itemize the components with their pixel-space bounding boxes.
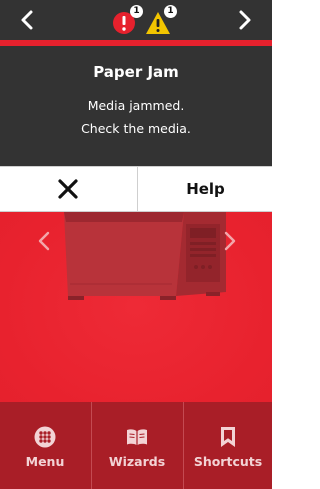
alert-title: Paper Jam — [93, 63, 179, 81]
menu-label: Menu — [25, 454, 65, 469]
shortcuts-label: Shortcuts — [193, 454, 263, 469]
alert-message-line-1: Media jammed. — [87, 98, 185, 113]
menu-button[interactable]: Menu — [0, 402, 90, 489]
error-alert-button[interactable]: 1 — [112, 5, 143, 36]
bottom-nav: Menu Wizards Shortcuts — [0, 402, 272, 489]
grid-dots-icon — [34, 426, 56, 448]
shortcuts-button[interactable]: Shortcuts — [183, 402, 272, 489]
dismiss-button[interactable] — [0, 167, 136, 211]
warning-count-badge: 1 — [164, 5, 177, 18]
wizards-button[interactable]: Wizards — [91, 402, 182, 489]
next-alert-button[interactable] — [232, 7, 258, 33]
chevron-right-icon — [239, 10, 251, 30]
alert-actions: Help — [0, 166, 272, 212]
chevron-left-icon — [21, 10, 33, 30]
chevron-right-icon — [224, 231, 236, 251]
close-icon — [58, 179, 78, 199]
illustration-next-button[interactable] — [220, 228, 240, 254]
printer-display: 1 1 Paper Jam Media jammed. Check the me… — [0, 0, 272, 489]
error-count-badge: 1 — [130, 5, 143, 18]
alert-message-panel: Paper Jam Media jammed. Check the media. — [0, 46, 272, 166]
alert-message-line-2: Check the media. — [81, 121, 191, 136]
illustration-area — [0, 212, 272, 402]
wizards-label: Wizards — [108, 454, 166, 469]
help-button[interactable]: Help — [137, 167, 272, 211]
warning-alert-button[interactable]: 1 — [146, 5, 177, 36]
illustration-prev-button[interactable] — [34, 228, 54, 254]
status-bar: 1 1 — [0, 0, 272, 40]
printer-illustration — [64, 212, 226, 300]
alert-icons: 1 1 — [110, 5, 177, 36]
prev-alert-button[interactable] — [14, 7, 40, 33]
chevron-left-icon — [38, 231, 50, 251]
open-book-icon — [127, 429, 147, 445]
bookmark-icon — [221, 427, 235, 447]
